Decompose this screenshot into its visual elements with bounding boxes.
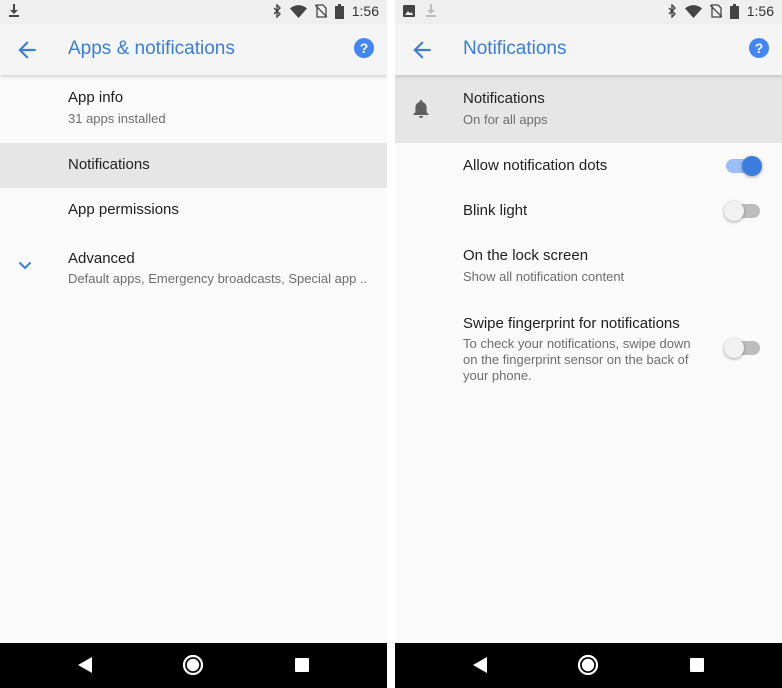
item-subtitle: Show all notification content — [463, 269, 625, 284]
item-subtitle: 31 apps installed — [68, 111, 166, 126]
download-icon — [9, 4, 19, 17]
page-title: Apps & notifications — [68, 38, 235, 59]
nav-back-icon[interactable] — [473, 657, 487, 673]
wifi-icon — [684, 4, 702, 18]
back-arrow-icon[interactable] — [14, 37, 40, 63]
item-title: Swipe fingerprint for notifications — [463, 315, 680, 332]
item-title: Notifications — [463, 90, 545, 107]
nav-bar — [0, 643, 387, 688]
item-subtitle: Default apps, Emergency broadcasts, Spec… — [68, 271, 368, 286]
settings-list: App info 31 apps installed Notifications… — [0, 75, 387, 643]
app-bar: Apps & notifications ? — [0, 24, 387, 75]
nav-recents-icon[interactable] — [690, 658, 704, 672]
toggle-thumb — [724, 201, 744, 221]
nav-bar — [395, 643, 782, 688]
item-subtitle: On for all apps — [463, 112, 548, 127]
toggle-thumb — [724, 338, 744, 358]
status-time: 1:56 — [746, 3, 774, 19]
item-title: App info — [68, 89, 124, 106]
list-item-notification-dots[interactable]: Allow notification dots — [395, 143, 782, 188]
swipe-fingerprint-toggle[interactable] — [724, 338, 760, 358]
blink-light-toggle[interactable] — [724, 201, 760, 221]
list-item-notifications[interactable]: Notifications — [0, 143, 387, 188]
item-title: Notifications — [68, 156, 150, 173]
page-title: Notifications — [463, 38, 567, 59]
list-item-blink-light[interactable]: Blink light — [395, 188, 782, 233]
notification-dots-toggle[interactable] — [726, 156, 762, 176]
battery-icon — [334, 3, 344, 19]
item-title: On the lock screen — [463, 247, 589, 264]
help-icon[interactable]: ? — [354, 38, 374, 58]
list-item-lock-screen[interactable]: On the lock screen Show all notification… — [395, 235, 782, 301]
bluetooth-icon — [668, 4, 676, 18]
no-sim-icon — [314, 4, 327, 18]
item-title: Advanced — [68, 250, 135, 267]
wifi-icon — [289, 4, 307, 18]
item-subtitle: To check your notifications, swipe down … — [463, 336, 691, 383]
nav-recents-icon[interactable] — [295, 658, 309, 672]
back-arrow-icon[interactable] — [409, 37, 435, 63]
list-item-notifications-master[interactable]: Notifications On for all apps — [395, 75, 782, 143]
app-bar: Notifications ? — [395, 24, 782, 75]
settings-list: Notifications On for all apps Allow noti… — [395, 75, 782, 643]
item-title: Blink light — [463, 202, 528, 219]
nav-home-icon[interactable] — [577, 654, 599, 676]
bluetooth-icon — [273, 4, 281, 18]
image-icon — [403, 4, 415, 17]
list-item-swipe-fingerprint[interactable]: Swipe fingerprint for notifications To c… — [395, 303, 782, 393]
status-bar: 1:56 — [0, 0, 387, 24]
item-title: App permissions — [68, 201, 179, 218]
list-item-app-info[interactable]: App info 31 apps installed — [0, 75, 387, 142]
bell-icon — [413, 100, 429, 118]
status-time: 1:56 — [351, 3, 379, 19]
no-sim-icon — [709, 4, 722, 18]
status-bar: 1:56 — [395, 0, 782, 24]
list-item-advanced[interactable]: Advanced Default apps, Emergency broadca… — [0, 235, 387, 300]
help-icon[interactable]: ? — [749, 38, 769, 58]
chevron-down-icon — [18, 261, 32, 270]
screen-notifications: 1:56 Notifications ? Notifications On fo… — [395, 0, 782, 688]
nav-back-icon[interactable] — [78, 657, 92, 673]
list-item-app-permissions[interactable]: App permissions — [0, 188, 387, 233]
nav-home-icon[interactable] — [182, 654, 204, 676]
toggle-thumb — [742, 156, 762, 176]
item-title: Allow notification dots — [463, 157, 608, 174]
download-icon — [426, 4, 436, 17]
screen-divider — [387, 0, 395, 688]
battery-icon — [729, 3, 739, 19]
screen-apps-notifications: 1:56 Apps & notifications ? App info 31 … — [0, 0, 387, 688]
